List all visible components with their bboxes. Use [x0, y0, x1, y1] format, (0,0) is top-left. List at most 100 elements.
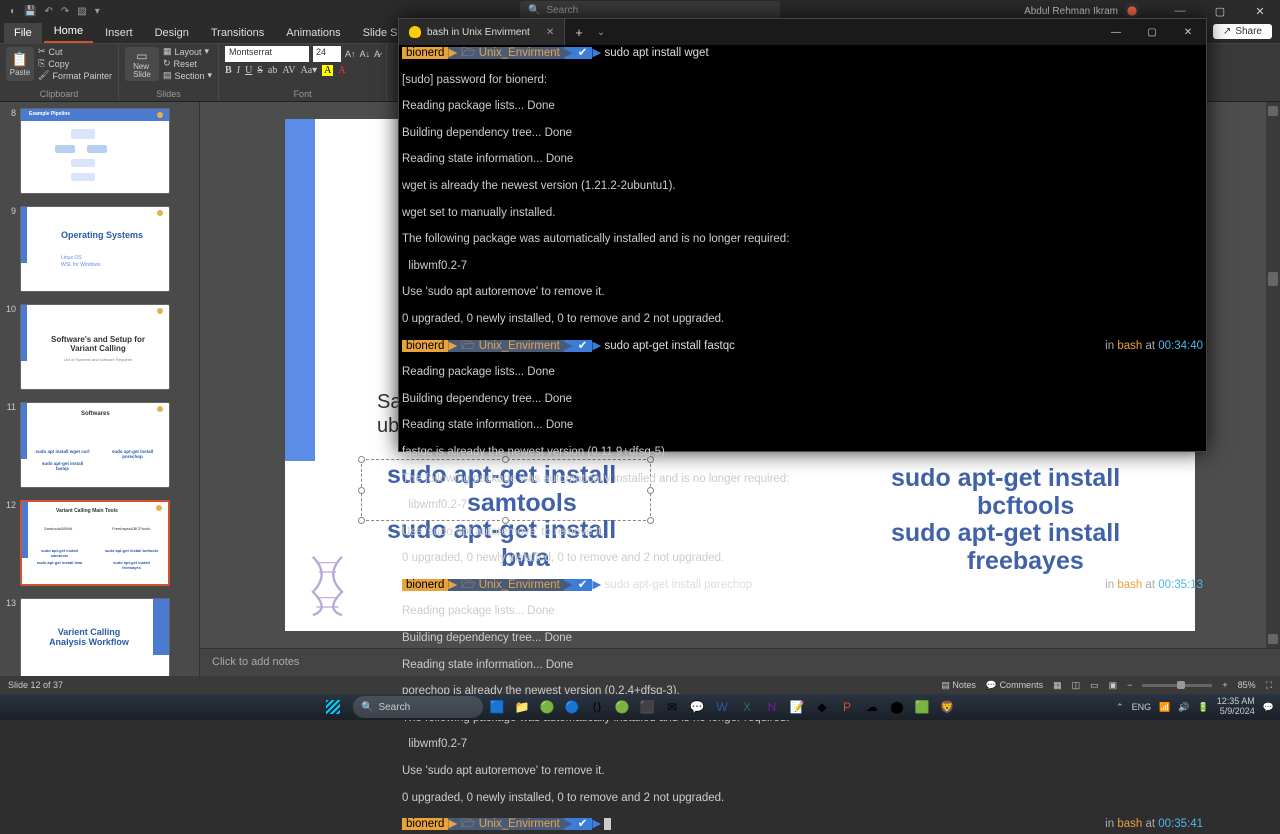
font-label: Font: [225, 89, 380, 99]
reset-button[interactable]: ↻Reset: [163, 58, 212, 69]
font-size-select[interactable]: 24: [313, 46, 341, 62]
tab-file[interactable]: File: [4, 23, 42, 43]
terminal-new-tab-button[interactable]: +: [565, 25, 593, 40]
slide-blue-strip: [285, 119, 315, 461]
start-icon[interactable]: ▨: [77, 6, 86, 17]
fit-to-window-icon[interactable]: ⛶: [1266, 680, 1272, 691]
font-name-select[interactable]: Montserrat: [225, 46, 309, 62]
taskbar-tray-chevron-icon[interactable]: ⌃: [1116, 702, 1124, 713]
taskbar-clock[interactable]: 12:35 AM 5/9/2024: [1217, 697, 1255, 717]
new-slide-button[interactable]: ▭ New Slide: [125, 47, 159, 81]
paste-button[interactable]: 📋 Paste: [6, 47, 34, 81]
taskbar-brave-icon[interactable]: 🦁: [936, 696, 958, 718]
windows-taskbar: 🔍Search 🟦 📁 🟢 🔵 ⟨⟩ 🟢 ⬛ ✉ 💬 W X N 📝 ◆ P ☁…: [0, 694, 1280, 720]
search-icon: 🔍: [528, 5, 540, 16]
strike-button[interactable]: S: [257, 65, 263, 76]
search-icon: 🔍: [361, 702, 373, 713]
underline-button[interactable]: U: [245, 65, 252, 76]
terminal-maximize-button[interactable]: ▢: [1134, 27, 1170, 38]
slide-thumbnails-panel[interactable]: 8 Example Pipeline 9 Operating Systems L…: [0, 102, 200, 676]
slide-thumb-9[interactable]: 9 Operating Systems Linux OS WSL for Win…: [0, 200, 199, 298]
clear-format-icon[interactable]: A̷: [374, 49, 380, 59]
qat-dropdown-icon[interactable]: ▾: [95, 6, 100, 17]
decrease-font-icon[interactable]: A↓: [360, 49, 371, 59]
save-icon[interactable]: 💾: [24, 6, 36, 17]
layout-button[interactable]: ▦Layout▾: [163, 46, 212, 57]
taskbar-powerpoint-icon[interactable]: P: [836, 696, 858, 718]
pp-maximize-button[interactable]: ▢: [1200, 5, 1240, 18]
redo-icon[interactable]: ↷: [61, 6, 69, 17]
tab-insert[interactable]: Insert: [95, 23, 143, 43]
taskbar-terminal-icon[interactable]: ⬛: [636, 696, 658, 718]
section-button[interactable]: ▤Section▾: [163, 70, 212, 81]
copy-button[interactable]: ⎘Copy: [38, 58, 112, 69]
partial-text-2: ub: [377, 415, 399, 438]
terminal-tab-dropdown-icon[interactable]: ⌄: [593, 27, 609, 38]
clipboard-label: Clipboard: [6, 89, 112, 99]
increase-font-icon[interactable]: A↑: [345, 49, 356, 59]
resize-handle-w[interactable]: [358, 487, 365, 494]
avatar-icon: [1124, 3, 1140, 19]
taskbar-mail-icon[interactable]: ✉: [661, 696, 683, 718]
terminal-tab-close-icon[interactable]: ✕: [546, 27, 554, 38]
user-account[interactable]: Abdul Rehman Ikram: [1024, 3, 1140, 19]
slide-thumb-10[interactable]: 10 Software's and Setup for Variant Call…: [0, 298, 199, 396]
tab-animations[interactable]: Animations: [276, 23, 350, 43]
slide-thumb-13[interactable]: 13 Varient Calling Analysis Workflow: [0, 592, 199, 676]
tab-design[interactable]: Design: [145, 23, 199, 43]
taskbar-wifi-icon[interactable]: 📶: [1159, 702, 1170, 713]
terminal-close-button[interactable]: ✕: [1170, 27, 1206, 38]
undo-icon[interactable]: ↶: [45, 6, 53, 17]
taskbar-camtasia-icon[interactable]: 🟩: [911, 696, 933, 718]
taskbar-language-icon[interactable]: ENG: [1132, 702, 1152, 712]
canvas-scrollbar[interactable]: [1266, 102, 1280, 648]
taskbar-widgets-icon[interactable]: 🟦: [486, 696, 508, 718]
autosave-icon[interactable]: ◐: [10, 6, 16, 17]
taskbar-edge-icon[interactable]: 🟢: [536, 696, 558, 718]
taskbar-notepad-icon[interactable]: 📝: [786, 696, 808, 718]
taskbar-battery-icon[interactable]: 🔋: [1198, 702, 1209, 713]
change-case-button[interactable]: Aa▾: [300, 65, 317, 76]
terminal-minimize-button[interactable]: —: [1098, 27, 1134, 38]
resize-handle-sw[interactable]: [358, 517, 365, 524]
taskbar-notifications-icon[interactable]: 💬: [1263, 702, 1274, 713]
slides-label: Slides: [125, 89, 212, 99]
resize-handle-nw[interactable]: [358, 456, 365, 463]
pp-close-button[interactable]: ✕: [1240, 5, 1280, 18]
share-button[interactable]: ↗ Share: [1213, 24, 1272, 39]
terminal-tab[interactable]: bash in Unix Envirment ✕: [399, 19, 565, 45]
slide-thumb-12[interactable]: 12 Variant Calling Main Tools Samtools&B…: [0, 494, 199, 592]
taskbar-volume-icon[interactable]: 🔊: [1178, 702, 1189, 713]
zoom-in-button[interactable]: +: [1222, 680, 1227, 690]
pp-minimize-button[interactable]: —: [1160, 5, 1200, 18]
slide-thumb-8[interactable]: 8 Example Pipeline: [0, 102, 199, 200]
font-color-button[interactable]: A: [338, 65, 345, 76]
italic-button[interactable]: I: [237, 65, 240, 76]
taskbar-app-icon[interactable]: 🔵: [561, 696, 583, 718]
char-spacing-button[interactable]: AV: [282, 65, 295, 76]
taskbar-excel-icon[interactable]: X: [736, 696, 758, 718]
cut-button[interactable]: ✂Cut: [38, 46, 112, 57]
taskbar-spotify-icon[interactable]: 🟢: [611, 696, 633, 718]
zoom-level[interactable]: 85%: [1238, 680, 1256, 690]
taskbar-discord-icon[interactable]: 💬: [686, 696, 708, 718]
tab-home[interactable]: Home: [44, 21, 93, 43]
bold-button[interactable]: B: [225, 65, 232, 76]
search-box[interactable]: 🔍 Search: [520, 1, 780, 19]
taskbar-onedrive-icon[interactable]: ☁: [861, 696, 883, 718]
taskbar-chrome-icon[interactable]: ⬤: [886, 696, 908, 718]
taskbar-word-icon[interactable]: W: [711, 696, 733, 718]
slide-thumb-11[interactable]: 11 Softwares sudo apt install wget curl …: [0, 396, 199, 494]
taskbar-explorer-icon[interactable]: 📁: [511, 696, 533, 718]
start-button[interactable]: [322, 696, 344, 718]
taskbar-onenote-icon[interactable]: N: [761, 696, 783, 718]
shadow-button[interactable]: ab: [268, 65, 277, 76]
taskbar-vscode-icon[interactable]: ⟨⟩: [586, 696, 608, 718]
terminal-window: bash in Unix Envirment ✕ + ⌄ — ▢ ✕ bione…: [398, 18, 1207, 452]
taskbar-dev-icon[interactable]: ◆: [811, 696, 833, 718]
taskbar-search[interactable]: 🔍Search: [353, 696, 483, 718]
tab-transitions[interactable]: Transitions: [201, 23, 274, 43]
highlight-button[interactable]: A: [322, 65, 333, 76]
format-painter-button[interactable]: 🖌Format Painter: [38, 70, 112, 81]
tux-icon: [409, 26, 421, 38]
